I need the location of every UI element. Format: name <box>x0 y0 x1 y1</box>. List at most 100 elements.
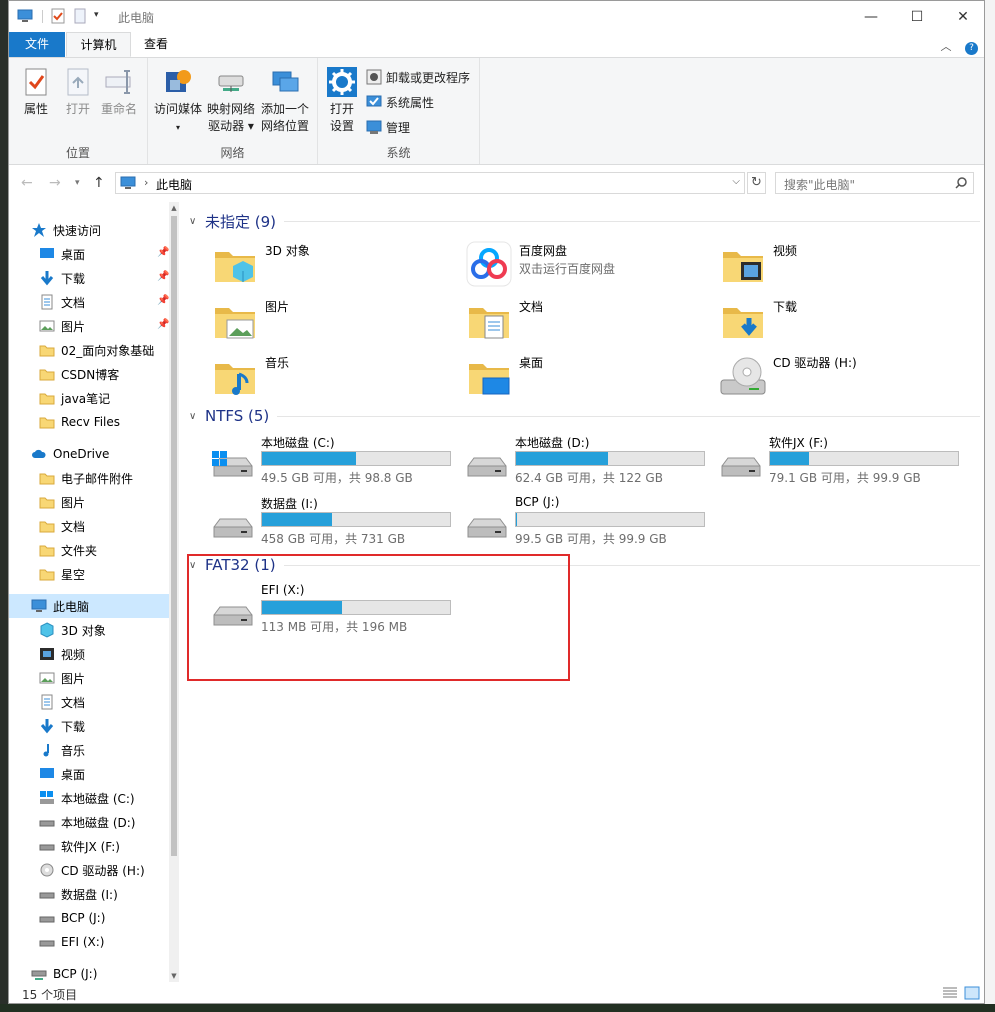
nav-quick-item[interactable]: CSDN博客 <box>9 362 169 386</box>
nav-onedrive-item[interactable]: 图片 <box>9 490 169 514</box>
manage-button[interactable]: 管理 <box>366 117 410 137</box>
this-pc-icon[interactable] <box>17 8 33 24</box>
collapse-ribbon-icon[interactable]: ︿ <box>941 40 952 53</box>
folder-icon <box>39 545 55 557</box>
map-network-drive-button[interactable]: 映射网络 驱动器 ▾ <box>204 66 258 135</box>
nav-onedrive-item[interactable]: 文档 <box>9 514 169 538</box>
new-folder-quick-icon[interactable] <box>72 8 88 24</box>
drive-tile[interactable]: 数据盘 (I:) 458 GB 可用，共 731 GB <box>211 495 461 551</box>
folder-tile[interactable]: CD 驱动器 (H:) <box>719 348 969 400</box>
group-network-label: 网络 <box>220 146 245 160</box>
search-placeholder: 搜索"此电脑" <box>784 178 856 192</box>
nav-pc-item[interactable]: 本地磁盘 (C:) <box>9 786 169 810</box>
nav-pc-item[interactable]: CD 驱动器 (H:) <box>9 858 169 882</box>
drive-tile[interactable]: BCP (J:) 99.5 GB 可用，共 99.9 GB <box>465 495 715 551</box>
folder-tile[interactable]: 3D 对象 <box>211 236 461 288</box>
tab-view[interactable]: 查看 <box>133 32 179 57</box>
open-settings-button[interactable]: 打开 设置 <box>324 66 360 135</box>
nav-quick-item[interactable]: 文档 📌 <box>9 290 169 314</box>
nav-pc-item[interactable]: EFI (X:) <box>9 930 169 954</box>
minimize-button[interactable]: — <box>848 1 894 32</box>
nav-quick-access[interactable]: 快速访问 <box>9 218 169 242</box>
nav-pc-item[interactable]: 视频 <box>9 642 169 666</box>
nav-quick-item[interactable]: Recv Files <box>9 410 169 434</box>
nav-pc-item[interactable]: 3D 对象 <box>9 618 169 642</box>
up-arrow-icon[interactable]: ↑ <box>93 175 105 191</box>
scroll-down-icon[interactable]: ▼ <box>169 972 179 980</box>
group-collapse-chevron-icon[interactable]: ∨ <box>189 216 203 227</box>
folder-tile[interactable]: 桌面 <box>465 348 715 400</box>
open-button[interactable]: 打开 <box>61 66 95 118</box>
close-button[interactable]: ✕ <box>940 1 984 32</box>
nav-pc-item[interactable]: 桌面 <box>9 762 169 786</box>
folder-tile[interactable]: 图片 <box>211 292 461 344</box>
nav-pc-item[interactable]: 下载 <box>9 714 169 738</box>
nav-quick-item[interactable]: 图片 📌 <box>9 314 169 338</box>
address-bar[interactable]: › 此电脑 ⌵ <box>115 172 745 194</box>
nav-onedrive-item[interactable]: 电子邮件附件 <box>9 466 169 490</box>
back-arrow-icon[interactable]: ← <box>21 175 33 191</box>
nav-pc-item[interactable]: 文档 <box>9 690 169 714</box>
folder-tile[interactable]: 百度网盘 双击运行百度网盘 <box>465 236 715 288</box>
details-view-icon[interactable] <box>942 986 958 1000</box>
pin-icon: 📌 <box>157 247 170 258</box>
recent-locations-chevron-icon[interactable]: ▾ <box>75 178 80 188</box>
hard-drive-icon <box>211 511 255 543</box>
nav-quick-item[interactable]: 下载 📌 <box>9 266 169 290</box>
large-icons-view-icon[interactable] <box>964 986 980 1000</box>
breadcrumb-chevron-icon[interactable]: › <box>144 176 148 189</box>
group-header-ntfs[interactable]: ∨ NTFS (5) <box>181 405 984 427</box>
search-box[interactable]: 搜索"此电脑" <box>775 172 974 194</box>
maximize-button[interactable]: ☐ <box>894 1 940 32</box>
group-collapse-chevron-icon[interactable]: ∨ <box>189 411 203 422</box>
tab-file[interactable]: 文件 <box>9 32 65 57</box>
drive-tile[interactable]: 本地磁盘 (D:) 62.4 GB 可用，共 122 GB <box>465 434 715 490</box>
help-icon[interactable]: ? <box>965 42 978 55</box>
drive-tile[interactable]: 本地磁盘 (C:) 49.5 GB 可用，共 98.8 GB <box>211 434 461 490</box>
group-title-unassigned: 未指定 (9) <box>205 212 277 231</box>
group-divider <box>284 220 980 222</box>
folder-tile[interactable]: 视频 <box>719 236 969 288</box>
nav-quick-item[interactable]: 桌面 📌 <box>9 242 169 266</box>
nav-scrollbar-thumb[interactable] <box>171 216 177 856</box>
tab-computer[interactable]: 计算机 <box>66 32 131 57</box>
folder-tile[interactable]: 下载 <box>719 292 969 344</box>
system-properties-button[interactable]: 系统属性 <box>366 92 434 112</box>
search-icon[interactable] <box>954 176 968 190</box>
add-network-location-button[interactable]: 添加一个 网络位置 <box>258 66 312 135</box>
customize-quick-access-chevron-icon[interactable]: ▾ <box>94 10 99 20</box>
refresh-button[interactable]: ↻ <box>747 172 766 194</box>
rename-button[interactable]: 重命名 <box>99 66 139 118</box>
nav-pc-item[interactable]: BCP (J:) <box>9 906 169 930</box>
properties-quick-icon[interactable] <box>50 8 66 24</box>
access-media-button[interactable]: 访问媒体 ▾ <box>152 66 204 136</box>
folder-tile[interactable]: 文档 <box>465 292 715 344</box>
nav-pc-item[interactable]: 音乐 <box>9 738 169 762</box>
open-settings-label: 打开 <box>329 102 354 116</box>
uninstall-programs-button[interactable]: 卸载或更改程序 <box>366 67 470 87</box>
nav-onedrive-item[interactable]: 星空 <box>9 562 169 586</box>
properties-button[interactable]: 属性 <box>19 66 53 118</box>
breadcrumb-this-pc[interactable]: 此电脑 <box>156 176 192 193</box>
nav-pc-item[interactable]: 本地磁盘 (D:) <box>9 810 169 834</box>
nav-onedrive[interactable]: OneDrive <box>9 442 169 466</box>
nav-this-pc[interactable]: 此电脑 <box>9 594 169 618</box>
picture-icon <box>39 672 55 684</box>
group-header-unassigned[interactable]: ∨ 未指定 (9) <box>181 210 984 232</box>
scroll-up-icon[interactable]: ▲ <box>169 204 179 212</box>
nav-quick-item[interactable]: java笔记 <box>9 386 169 410</box>
network-drive-icon <box>31 970 47 980</box>
address-dropdown-icon[interactable]: ⌵ <box>732 176 740 187</box>
nav-item-label: 视频 <box>61 647 86 662</box>
drive-tile[interactable]: 软件JX (F:) 79.1 GB 可用，共 99.9 GB <box>719 434 969 490</box>
forward-arrow-icon[interactable]: → <box>49 175 61 191</box>
nav-pc-item[interactable]: 数据盘 (I:) <box>9 882 169 906</box>
folder-tile[interactable]: 音乐 <box>211 348 461 400</box>
video-icon <box>40 648 54 660</box>
nav-pc-item[interactable]: 软件JX (F:) <box>9 834 169 858</box>
nav-pc-item[interactable]: 图片 <box>9 666 169 690</box>
nav-scrollbar[interactable]: ▲ ▼ <box>169 202 179 982</box>
nav-onedrive-item[interactable]: 文件夹 <box>9 538 169 562</box>
ribbon-toggle-controls: ︿ ? <box>941 38 978 55</box>
nav-quick-item[interactable]: 02_面向对象基础 <box>9 338 169 362</box>
